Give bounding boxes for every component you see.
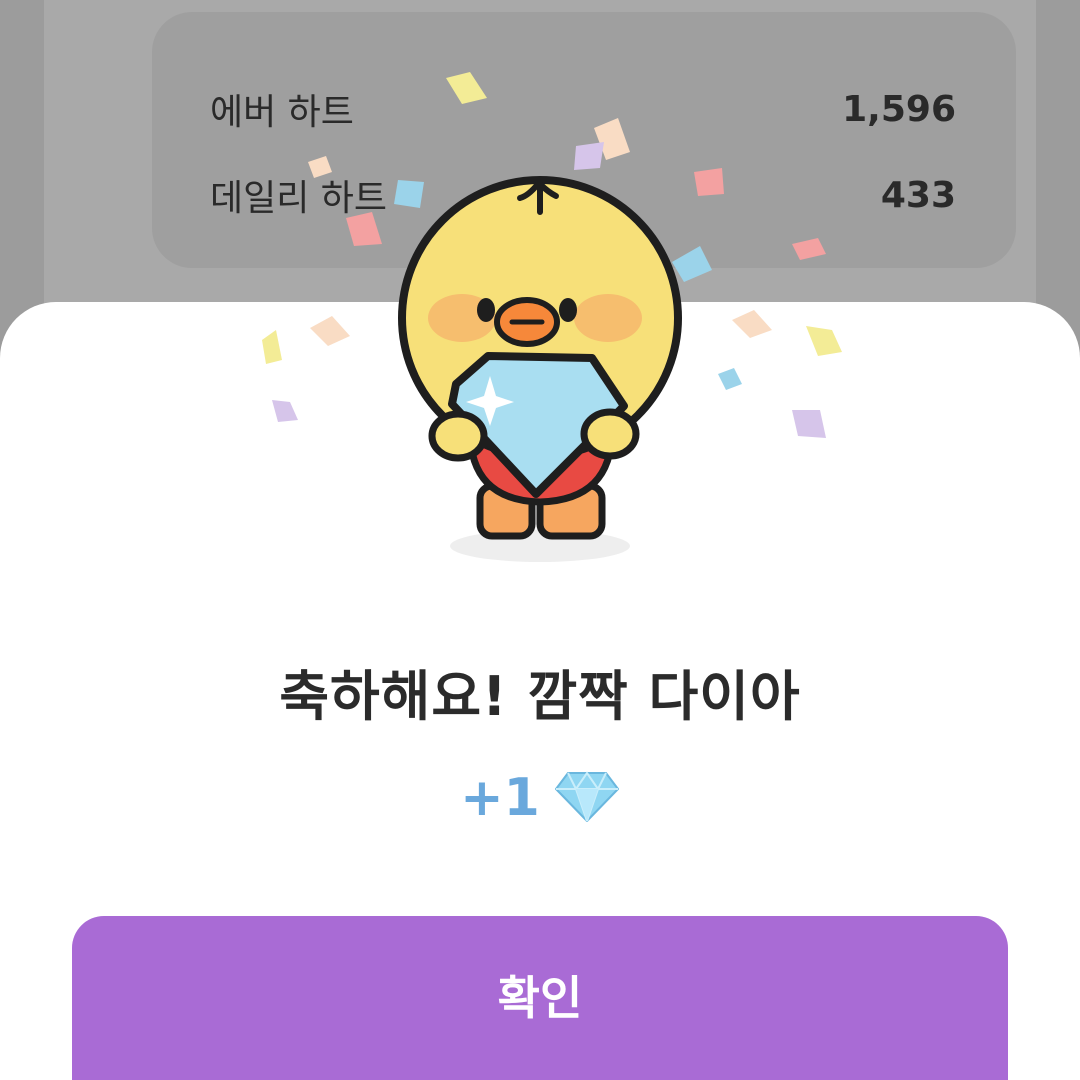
daily-heart-row: 데일리 하트 433 bbox=[210, 170, 956, 220]
reward-title: 축하해요! 깜짝 다이아 bbox=[279, 665, 801, 728]
heart-stats-card: 에버 하트 1,596 데일리 하트 433 bbox=[152, 12, 1016, 268]
diamond-icon bbox=[554, 769, 620, 827]
confirm-button[interactable]: 확인 bbox=[72, 916, 1008, 1080]
reward-amount-row: +1 bbox=[0, 768, 1080, 828]
ever-heart-label: 에버 하트 bbox=[210, 92, 354, 133]
reward-amount: +1 bbox=[460, 768, 540, 828]
background-page: 에버 하트 1,596 데일리 하트 433 bbox=[44, 0, 1036, 340]
ever-heart-value: 1,596 bbox=[842, 88, 956, 130]
daily-heart-label: 데일리 하트 bbox=[210, 178, 388, 219]
daily-heart-value: 433 bbox=[880, 174, 956, 216]
ever-heart-row: 에버 하트 1,596 bbox=[210, 84, 956, 134]
